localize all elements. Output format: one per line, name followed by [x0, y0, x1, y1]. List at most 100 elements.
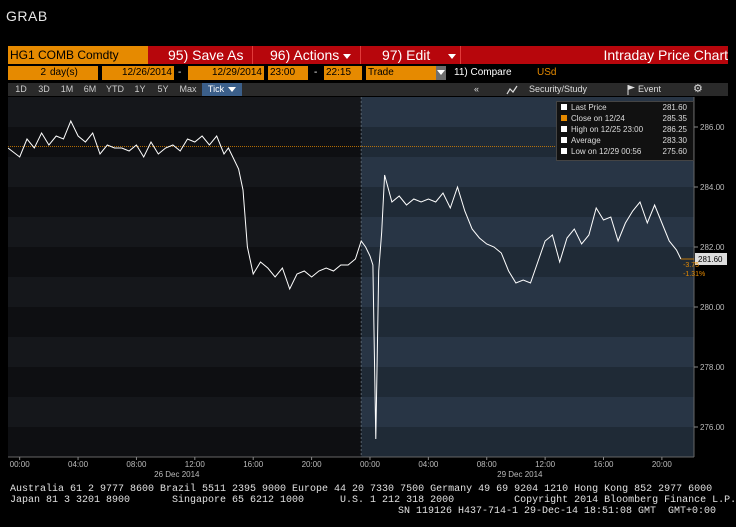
edit-label: 97) Edit — [382, 47, 431, 63]
toolbar-divider — [360, 46, 361, 64]
plot-band — [8, 157, 362, 187]
legend-value: 281.60 — [662, 103, 687, 112]
x-tick-label: 16:00 — [243, 460, 264, 469]
range-tab-5y[interactable]: 5Y — [152, 83, 174, 96]
x-day-label: 29 Dec 2014 — [497, 470, 543, 479]
chevron-down-icon — [448, 53, 457, 59]
footer-contacts-line2: Japan 81 3 3201 8900 Singapore 65 6212 1… — [10, 495, 736, 506]
legend-label: Average — [571, 136, 601, 145]
price-change-pct-label: -1.31% — [683, 271, 705, 278]
y-tick-label: 280.00 — [700, 303, 725, 312]
legend-swatch — [561, 126, 567, 132]
x-tick-label: 04:00 — [68, 460, 89, 469]
y-tick-label: 278.00 — [700, 363, 725, 372]
range-tab-6m[interactable]: 6M — [79, 83, 101, 96]
x-tick-label: 00:00 — [360, 460, 381, 469]
period-unit-field[interactable]: day(s) — [48, 66, 98, 80]
range-tab-1d[interactable]: 1D — [10, 83, 32, 96]
legend-entry[interactable]: Average 283.30 — [561, 136, 691, 146]
plot-band — [8, 397, 362, 427]
y-tick-label: 282.00 — [700, 243, 725, 252]
y-tick-label: 284.00 — [700, 183, 725, 192]
flag-icon — [627, 85, 635, 95]
chevron-down-icon — [228, 87, 237, 93]
date-range-dash: - — [178, 67, 182, 78]
toolbar-divider — [252, 46, 253, 64]
x-tick-label: 00:00 — [10, 460, 31, 469]
range-tab-1y[interactable]: 1Y — [129, 83, 151, 96]
chart-legend[interactable]: Last Price 281.60 Close on 12/24 285.35 High… — [556, 101, 694, 161]
legend-label: Close on 12/24 — [571, 114, 625, 123]
plot-band — [8, 277, 362, 307]
plot-band — [361, 157, 694, 187]
edit-menu-button[interactable]: 97) Edit — [382, 46, 457, 64]
legend-swatch — [561, 137, 567, 143]
plot-band — [8, 217, 362, 247]
chevron-down-icon — [343, 53, 352, 59]
save-as-button[interactable]: 95) Save As — [168, 46, 244, 64]
gear-icon[interactable]: ⚙ — [693, 83, 703, 96]
x-tick-label: 12:00 — [535, 460, 556, 469]
range-tab-max[interactable]: Max — [175, 83, 201, 96]
x-tick-label: 16:00 — [593, 460, 614, 469]
legend-entry[interactable]: Last Price 281.60 — [561, 103, 691, 113]
footer-contacts-line1: Australia 61 2 9777 8600 Brazil 5511 239… — [10, 484, 713, 495]
legend-value: 285.35 — [662, 114, 687, 123]
x-tick-label: 12:00 — [185, 460, 206, 469]
legend-value: 286.25 — [662, 125, 687, 134]
legend-value: 275.60 — [662, 147, 687, 156]
legend-label: Last Price — [571, 103, 607, 112]
plot-band — [8, 337, 362, 367]
x-tick-label: 08:00 — [126, 460, 147, 469]
legend-swatch — [561, 148, 567, 154]
line-chart-icon — [506, 85, 518, 95]
x-tick-label: 20:00 — [652, 460, 673, 469]
event-type-select[interactable]: Trade — [366, 66, 436, 80]
event-button[interactable]: Event — [638, 83, 661, 96]
x-day-label: 26 Dec 2014 — [154, 470, 200, 479]
range-tab-ytd[interactable]: YTD — [102, 83, 128, 96]
security-ticker-field[interactable]: HG1 COMB Comdty — [8, 46, 148, 64]
actions-label: 96) Actions — [270, 47, 340, 63]
price-change-label: -3.75 — [683, 262, 699, 269]
compare-button[interactable]: 11) Compare — [454, 66, 512, 80]
currency-field[interactable]: USd — [537, 66, 556, 80]
save-as-label: 95) Save As — [168, 47, 244, 63]
y-tick-label: 286.00 — [700, 123, 725, 132]
event-dropdown-button[interactable] — [436, 66, 446, 80]
legend-entry[interactable]: High on 12/25 23:00 286.25 — [561, 125, 691, 135]
plot-band — [361, 217, 694, 247]
window-title: GRAB — [6, 8, 48, 24]
range-tab-1m[interactable]: 1M — [56, 83, 78, 96]
end-time-field[interactable]: 22:15 — [324, 66, 362, 80]
footer-session-info: SN 119126 H437-714-1 29-Dec-14 18:51:08 … — [398, 506, 717, 517]
range-tab-tick[interactable]: Tick — [202, 83, 242, 96]
x-tick-label: 08:00 — [477, 460, 498, 469]
start-time-field[interactable]: 23:00 — [268, 66, 308, 80]
time-range-dash: - — [314, 67, 318, 78]
end-date-field[interactable]: 12/29/2014 — [188, 66, 264, 80]
x-tick-label: 04:00 — [418, 460, 439, 469]
collapse-panel-button[interactable]: « — [474, 83, 479, 96]
chevron-down-icon — [437, 69, 445, 75]
legend-swatch — [561, 104, 567, 110]
period-count-field[interactable]: 2 — [8, 66, 48, 80]
last-price-tag: 281.60 — [698, 255, 723, 264]
x-tick-label: 20:00 — [302, 460, 323, 469]
legend-label: Low on 12/29 00:56 — [571, 147, 642, 156]
plot-band — [8, 97, 362, 127]
range-tab-3d[interactable]: 3D — [33, 83, 55, 96]
start-date-field[interactable]: 12/26/2014 — [102, 66, 174, 80]
chart-title: Intraday Price Chart — [603, 47, 729, 63]
legend-swatch — [561, 115, 567, 121]
legend-label: High on 12/25 23:00 — [571, 125, 644, 134]
actions-menu-button[interactable]: 96) Actions — [270, 46, 352, 64]
legend-value: 283.30 — [662, 136, 687, 145]
plot-band — [361, 397, 694, 427]
legend-entry[interactable]: Low on 12/29 00:56 275.60 — [561, 147, 691, 157]
legend-entry[interactable]: Close on 12/24 285.35 — [561, 114, 691, 124]
y-tick-label: 276.00 — [700, 423, 725, 432]
plot-band — [361, 337, 694, 367]
toolbar-divider — [460, 46, 461, 64]
security-study-button[interactable]: Security/Study — [529, 83, 587, 96]
